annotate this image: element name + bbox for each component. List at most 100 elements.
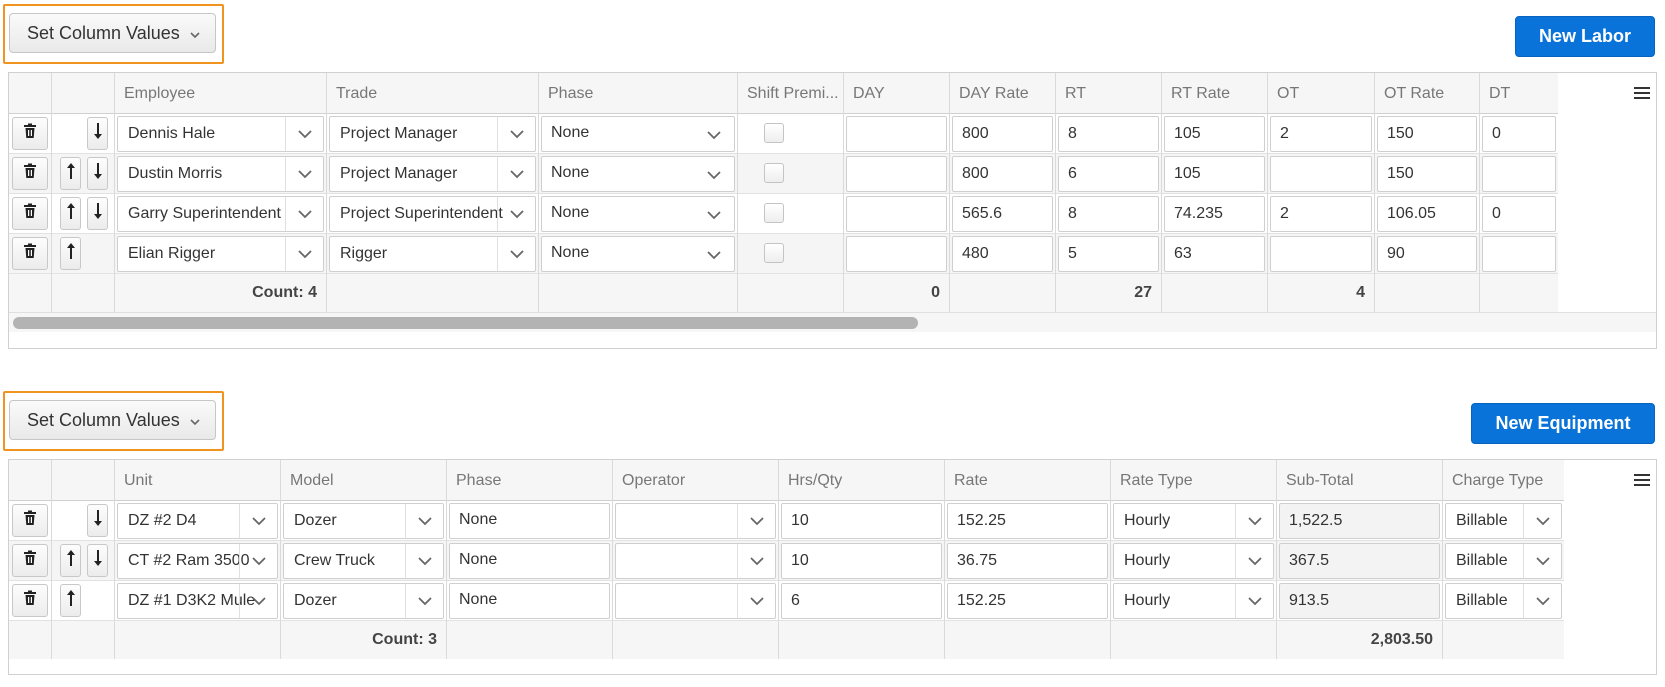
phase-select[interactable]: None <box>541 116 735 152</box>
chevron-down-icon[interactable] <box>1235 544 1273 578</box>
dt-input[interactable]: 0 <box>1482 196 1556 232</box>
model-combobox[interactable]: Dozer <box>283 503 444 539</box>
chevron-down-icon[interactable] <box>497 117 535 151</box>
delete-row-button[interactable] <box>12 544 48 577</box>
shift-premium-checkbox[interactable] <box>764 163 784 183</box>
chevron-down-icon[interactable] <box>1523 544 1561 578</box>
trade-combobox[interactable]: Project Superintendent <box>329 196 536 232</box>
new-equipment-button[interactable]: New Equipment <box>1471 403 1655 444</box>
ot-rate-input[interactable]: 150 <box>1377 116 1477 152</box>
column-header-hrs_qty[interactable]: Hrs/Qty <box>778 460 944 501</box>
day-input[interactable] <box>846 116 947 152</box>
column-header-ot[interactable]: OT <box>1267 73 1374 114</box>
move-down-button[interactable] <box>87 197 108 230</box>
delete-row-button[interactable] <box>12 197 48 230</box>
phase-select[interactable]: None <box>449 543 610 579</box>
ot-input[interactable]: 2 <box>1270 116 1372 152</box>
day-input[interactable] <box>846 236 947 272</box>
column-header-sub_total[interactable]: Sub-Total <box>1276 460 1442 501</box>
column-header-employee[interactable]: Employee <box>114 73 326 114</box>
labor-horizontal-scrollbar[interactable] <box>9 312 1656 332</box>
chevron-down-icon[interactable] <box>239 584 277 618</box>
employee-combobox[interactable]: Dustin Morris <box>117 156 324 192</box>
delete-row-button[interactable] <box>12 157 48 190</box>
rt-input[interactable]: 8 <box>1058 116 1159 152</box>
column-header-rate[interactable]: Rate <box>944 460 1110 501</box>
ot-rate-input[interactable]: 150 <box>1377 156 1477 192</box>
unit-combobox[interactable]: DZ #1 D3K2 Mule <box>117 583 278 619</box>
chevron-down-icon[interactable] <box>497 197 535 231</box>
column-header-shift_premium[interactable]: Shift Premi... <box>737 73 843 114</box>
chevron-down-icon[interactable] <box>405 544 443 578</box>
hrs-qty-input[interactable]: 10 <box>781 543 942 579</box>
move-up-button[interactable] <box>60 157 81 190</box>
move-down-button[interactable] <box>87 117 108 150</box>
move-up-button[interactable] <box>60 197 81 230</box>
column-header-rt[interactable]: RT <box>1055 73 1161 114</box>
rate-type-combobox[interactable]: Hourly <box>1113 543 1274 579</box>
chevron-down-icon[interactable] <box>497 237 535 271</box>
phase-select[interactable]: None <box>541 236 735 272</box>
charge-type-combobox[interactable]: Billable <box>1445 543 1562 579</box>
move-down-button[interactable] <box>87 544 108 577</box>
column-header-operator[interactable]: Operator <box>612 460 778 501</box>
operator-combobox[interactable] <box>615 503 776 539</box>
column-header-phase[interactable]: Phase <box>446 460 612 501</box>
chevron-down-icon[interactable] <box>737 504 775 538</box>
model-combobox[interactable]: Dozer <box>283 583 444 619</box>
rt-input[interactable]: 6 <box>1058 156 1159 192</box>
ot-input[interactable] <box>1270 156 1372 192</box>
rate-type-combobox[interactable]: Hourly <box>1113 583 1274 619</box>
hrs-qty-input[interactable]: 10 <box>781 503 942 539</box>
operator-combobox[interactable] <box>615 583 776 619</box>
ot-rate-input[interactable]: 106.05 <box>1377 196 1477 232</box>
rate-input[interactable]: 152.25 <box>947 503 1108 539</box>
hamburger-menu-icon[interactable] <box>1634 473 1650 487</box>
column-header-dt[interactable]: DT <box>1479 73 1558 114</box>
rt-rate-input[interactable]: 74.235 <box>1164 196 1265 232</box>
model-combobox[interactable]: Crew Truck <box>283 543 444 579</box>
chevron-down-icon[interactable] <box>1235 584 1273 618</box>
rt-rate-input[interactable]: 105 <box>1164 156 1265 192</box>
employee-combobox[interactable]: Elian Rigger <box>117 236 324 272</box>
shift-premium-checkbox[interactable] <box>764 243 784 263</box>
dt-input[interactable]: 0 <box>1482 116 1556 152</box>
rate-input[interactable]: 36.75 <box>947 543 1108 579</box>
employee-combobox[interactable]: Garry Superintendent <box>117 196 324 232</box>
shift-premium-checkbox[interactable] <box>764 123 784 143</box>
ot-input[interactable] <box>1270 236 1372 272</box>
chevron-down-icon[interactable] <box>239 544 277 578</box>
day-rate-input[interactable]: 480 <box>952 236 1053 272</box>
delete-row-button[interactable] <box>12 584 48 617</box>
phase-select[interactable]: None <box>449 583 610 619</box>
labor-set-column-values-button[interactable]: Set Column Values <box>9 13 216 53</box>
chevron-down-icon[interactable] <box>285 117 323 151</box>
rate-type-combobox[interactable]: Hourly <box>1113 503 1274 539</box>
move-up-button[interactable] <box>60 584 81 617</box>
phase-select[interactable]: None <box>541 156 735 192</box>
trade-combobox[interactable]: Rigger <box>329 236 536 272</box>
hrs-qty-input[interactable]: 6 <box>781 583 942 619</box>
shift-premium-checkbox[interactable] <box>764 203 784 223</box>
move-down-button[interactable] <box>87 157 108 190</box>
chevron-down-icon[interactable] <box>405 504 443 538</box>
chevron-down-icon[interactable] <box>1235 504 1273 538</box>
rt-rate-input[interactable]: 105 <box>1164 116 1265 152</box>
chevron-down-icon[interactable] <box>1523 584 1561 618</box>
chevron-down-icon[interactable] <box>285 237 323 271</box>
phase-select[interactable]: None <box>541 196 735 232</box>
column-header-day[interactable]: DAY <box>843 73 949 114</box>
move-up-button[interactable] <box>60 237 81 270</box>
column-header-rate_type[interactable]: Rate Type <box>1110 460 1276 501</box>
chevron-down-icon[interactable] <box>497 157 535 191</box>
scrollbar-thumb[interactable] <box>13 317 918 329</box>
delete-row-button[interactable] <box>12 117 48 150</box>
chevron-down-icon[interactable] <box>737 544 775 578</box>
column-header-ot_rate[interactable]: OT Rate <box>1374 73 1479 114</box>
move-down-button[interactable] <box>87 504 108 537</box>
day-input[interactable] <box>846 156 947 192</box>
rate-input[interactable]: 152.25 <box>947 583 1108 619</box>
employee-combobox[interactable]: Dennis Hale <box>117 116 324 152</box>
new-labor-button[interactable]: New Labor <box>1515 16 1655 57</box>
chevron-down-icon[interactable] <box>285 157 323 191</box>
